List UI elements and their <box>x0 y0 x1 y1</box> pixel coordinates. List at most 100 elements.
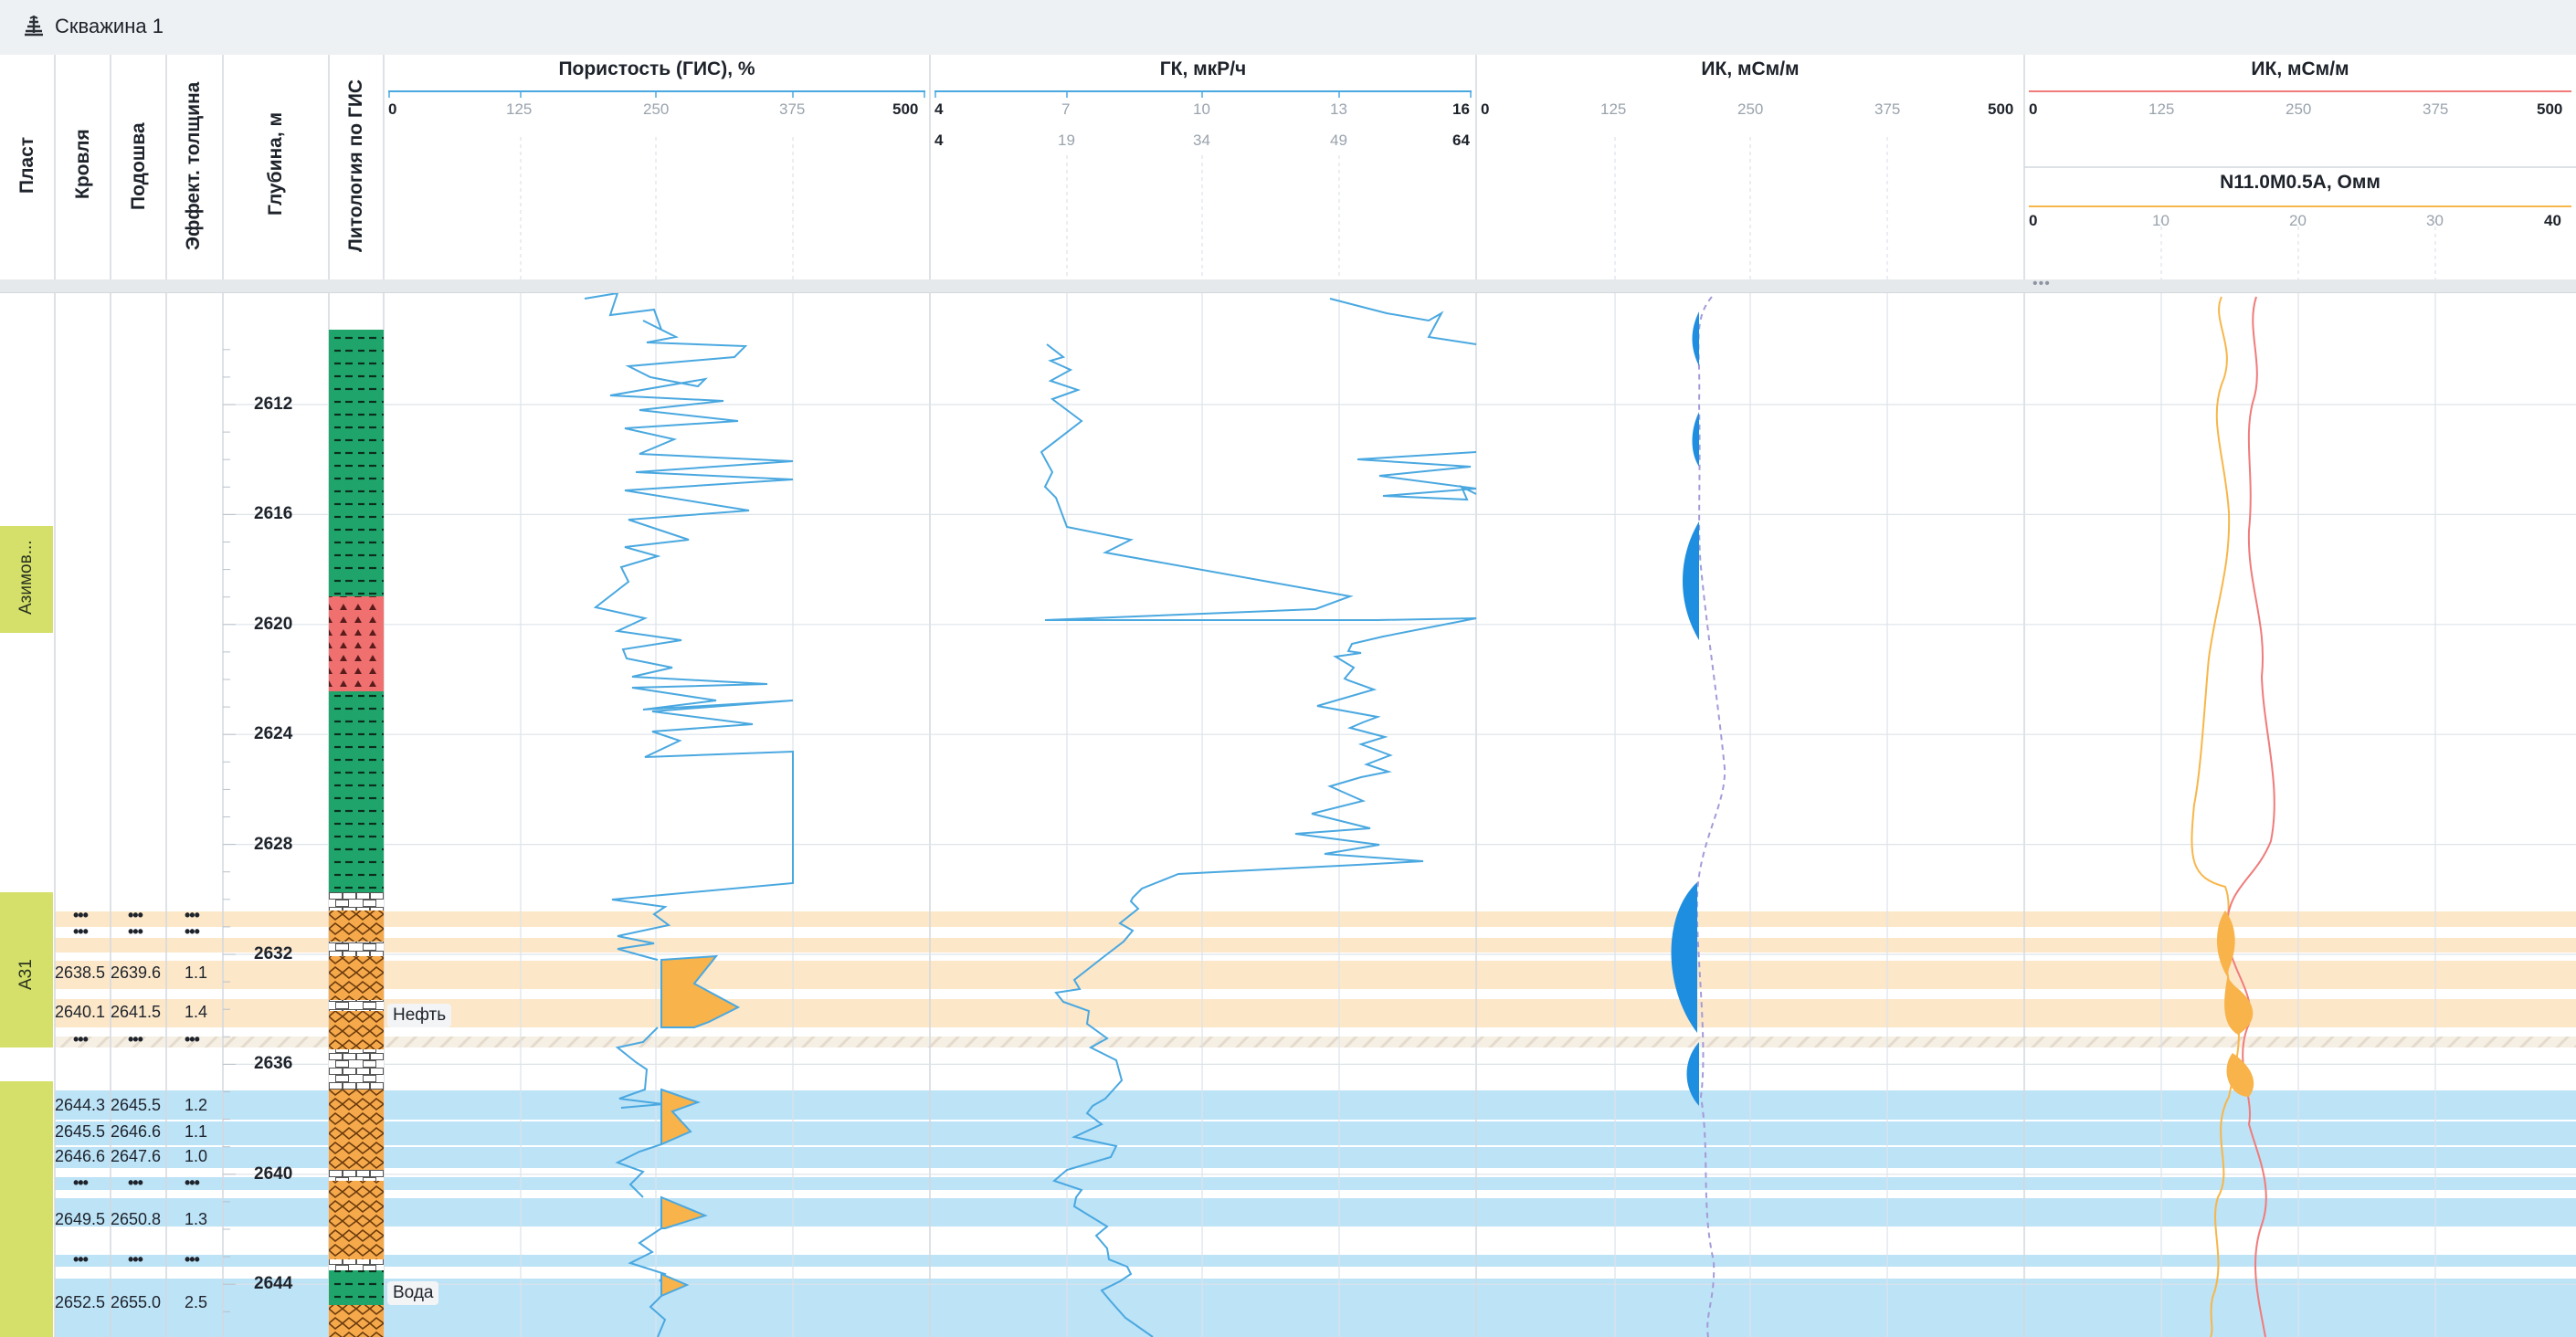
interval-bottom: 2650.8 <box>111 1210 162 1228</box>
gk-scale-tick: 7 <box>1061 100 1071 118</box>
interval-thickness: 2.5 <box>185 1293 208 1311</box>
lithology-segment <box>329 1011 384 1049</box>
gk-scale2-tick: 34 <box>1193 132 1210 149</box>
interval-band <box>55 937 2576 953</box>
gk-scale2-tick: 4 <box>934 132 944 149</box>
gk-scale2-tick: 49 <box>1330 132 1347 149</box>
lithology-segment <box>329 330 384 596</box>
fluid-label-oil: Нефть <box>387 1004 452 1027</box>
interval-top: 2644.3 <box>55 1096 106 1114</box>
interval-top: 2646.6 <box>55 1147 106 1165</box>
interval-band <box>55 1090 2576 1121</box>
porosity-scale-tick: 250 <box>643 100 670 118</box>
res-scale-tick: 10 <box>2152 212 2170 229</box>
lithology-segment <box>329 1305 384 1337</box>
res-scale-tick: 40 <box>2544 212 2561 229</box>
plast-label: Азимов... <box>16 540 36 615</box>
res-scale-tick: 0 <box>2029 212 2038 229</box>
interval-bottom: 2645.5 <box>111 1096 162 1114</box>
porosity-scale-tick: 0 <box>388 100 397 118</box>
interval-bottom: 2639.6 <box>111 963 162 982</box>
lithology-segment <box>329 1270 384 1305</box>
lithology-segment <box>329 942 384 956</box>
window-title: Скважина 1 <box>55 15 164 37</box>
interval-bottom: 2641.5 <box>111 1003 162 1021</box>
porosity-curve <box>584 293 794 961</box>
column-header-plast: Пласт <box>16 136 37 194</box>
interval-bottom: 2647.6 <box>111 1147 162 1165</box>
interval-bottom: 2655.0 <box>111 1293 162 1311</box>
ik2-scale-tick: 250 <box>2286 100 2312 118</box>
interval-top: ••• <box>73 1250 89 1269</box>
tracks-header: Пласт Кровля Подошва Эффект. толщина Глу… <box>0 55 2576 280</box>
interval-thickness: ••• <box>185 1030 200 1048</box>
gk-scale-tick: 10 <box>1193 100 1210 118</box>
interval-top: ••• <box>73 1030 89 1048</box>
interval-band <box>55 960 2576 989</box>
lithology-segment <box>329 1181 384 1259</box>
interval-top: ••• <box>73 1174 89 1192</box>
lithology-segment <box>329 956 384 1000</box>
column-header-eff-thickness: Эффект. толщина <box>183 81 204 250</box>
interval-thickness: 1.1 <box>185 963 208 982</box>
interval-top: 2649.5 <box>55 1210 106 1228</box>
interval-thickness: ••• <box>185 922 200 941</box>
lithology-segment <box>329 596 384 691</box>
porosity-scale-tick: 375 <box>779 100 806 118</box>
track-subtitle-resistivity: N11.0M0.5A, Омм <box>2220 172 2381 193</box>
ik-fill <box>1692 311 1699 366</box>
lithology-segment <box>329 1049 384 1090</box>
track-title-ik-2: ИК, мСм/м <box>2251 58 2349 79</box>
track-title-gk: ГК, мкР/ч <box>1159 58 1247 79</box>
ik2-scale-tick: 0 <box>2029 100 2038 118</box>
porosity-scale-tick: 125 <box>506 100 533 118</box>
interval-band <box>55 1176 2576 1190</box>
ik-fill <box>1692 412 1699 467</box>
interval-bottom: ••• <box>128 1030 143 1048</box>
ik2-scale-tick: 500 <box>2537 100 2563 118</box>
lithology-segment <box>329 892 384 911</box>
depth-label: 2640 <box>254 1163 293 1184</box>
ik1-scale-tick: 250 <box>1737 100 1764 118</box>
interval-band <box>55 911 2576 927</box>
lithology-segment <box>329 1259 384 1270</box>
interval-thickness: 1.0 <box>185 1147 208 1165</box>
ik1-scale-tick: 0 <box>1481 100 1490 118</box>
gk-curve <box>1357 451 1477 501</box>
interval-top: 2640.1 <box>55 1003 106 1021</box>
interval-top: ••• <box>73 922 89 941</box>
depth-label: 2624 <box>254 724 293 744</box>
interval-bottom: ••• <box>128 1250 143 1269</box>
depth-label: 2616 <box>254 504 293 524</box>
track-title-ik-1: ИК, мСм/м <box>1701 58 1800 79</box>
gk-scale-tick: 4 <box>934 100 944 118</box>
plast-label: А31 <box>16 959 36 990</box>
interval-thickness: 1.4 <box>185 1003 208 1021</box>
depth-label: 2620 <box>254 614 293 634</box>
interval-band <box>55 1254 2576 1267</box>
header-grid <box>54 55 2576 279</box>
interval-top: 2652.5 <box>55 1293 106 1311</box>
gk-curve <box>1329 298 1477 345</box>
ik2-scale-tick: 125 <box>2148 100 2175 118</box>
plast-cell[interactable] <box>0 1081 53 1337</box>
interval-band <box>55 1121 2576 1146</box>
lithology-segment <box>329 1000 384 1011</box>
column-header-krovlya: Кровля <box>72 129 93 199</box>
pane-resize-handle[interactable]: ••• <box>0 276 2576 293</box>
gk-scale2-tick: 19 <box>1058 132 1075 149</box>
log-body[interactable]: Азимов... А31 ••• ••• ••• ••• ••• ••• 2638.5 26… <box>0 293 2576 1337</box>
lithology-segment <box>329 911 384 942</box>
ik1-scale-tick: 500 <box>1988 100 2014 118</box>
fluid-label-water: Вода <box>387 1281 439 1305</box>
interval-bottom: ••• <box>128 922 143 941</box>
interval-band <box>55 1036 2576 1047</box>
gk-scale-tick: 13 <box>1330 100 1347 118</box>
interval-thickness: 1.2 <box>185 1096 208 1114</box>
gk-scale2-tick: 64 <box>1452 132 1470 149</box>
interval-thickness: 1.3 <box>185 1210 208 1228</box>
interval-bottom: ••• <box>128 1174 143 1192</box>
interval-top: 2645.5 <box>55 1122 106 1141</box>
drag-handle-icon: ••• <box>2032 276 2051 291</box>
ik2-scale-tick: 375 <box>2423 100 2449 118</box>
